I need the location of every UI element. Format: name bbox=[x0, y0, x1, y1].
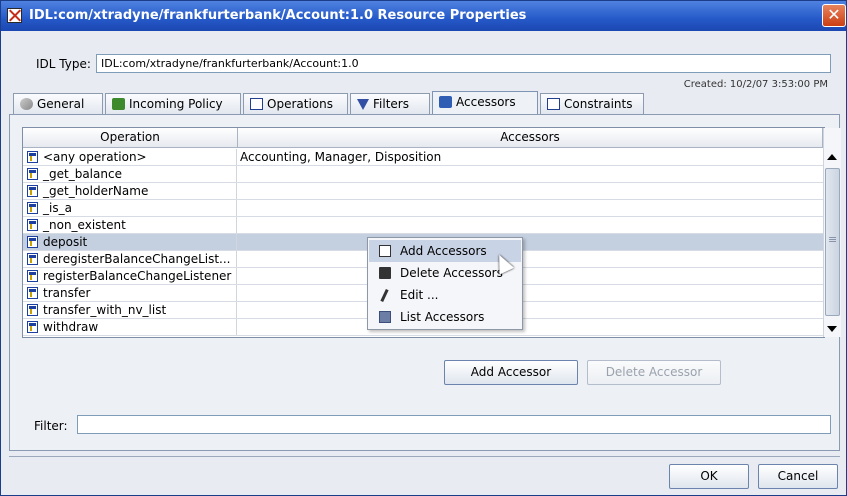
accessors-cell bbox=[238, 234, 823, 250]
window-title: IDL:com/xtradyne/frankfurterbank/Account… bbox=[29, 8, 527, 23]
accessors-icon bbox=[439, 96, 452, 108]
divider bbox=[9, 456, 840, 457]
ok-button[interactable]: OK bbox=[669, 464, 749, 489]
menu-item-list-accessors[interactable]: List Accessors bbox=[369, 306, 521, 328]
tab-operations[interactable]: Operations bbox=[243, 93, 348, 114]
accessors-cell bbox=[238, 251, 823, 267]
menu-item-label: List Accessors bbox=[400, 310, 485, 324]
policy-icon bbox=[112, 98, 125, 110]
filter-input[interactable] bbox=[77, 415, 831, 434]
tab-filters[interactable]: Filters bbox=[350, 93, 430, 114]
operation-cell: _non_existent bbox=[23, 217, 237, 233]
cancel-button[interactable]: Cancel bbox=[758, 464, 838, 489]
add-accessor-button[interactable]: Add Accessor bbox=[444, 360, 578, 385]
operation-cell: _get_balance bbox=[23, 166, 237, 182]
scroll-down-arrow-icon[interactable] bbox=[827, 326, 837, 332]
table-row[interactable]: <any operation> Accounting, Manager, Dis… bbox=[23, 149, 823, 166]
pencil-icon bbox=[380, 288, 389, 303]
column-header-accessors[interactable]: Accessors bbox=[238, 128, 823, 148]
tab-operations-label: Operations bbox=[267, 97, 333, 111]
menu-item-label: Add Accessors bbox=[400, 244, 487, 258]
table-row[interactable]: _is_a bbox=[23, 200, 823, 217]
general-icon bbox=[20, 98, 33, 110]
app-icon bbox=[7, 8, 22, 23]
add-icon bbox=[379, 245, 391, 257]
menu-item-label: Delete Accessors bbox=[400, 266, 503, 280]
table-row[interactable]: _non_existent bbox=[23, 217, 823, 234]
filter-icon bbox=[357, 99, 369, 110]
scroll-up-arrow-icon[interactable] bbox=[827, 154, 837, 160]
created-timestamp: Created: 10/2/07 3:53:00 PM bbox=[683, 79, 828, 90]
accessors-cell bbox=[238, 166, 823, 182]
tab-filters-label: Filters bbox=[373, 97, 409, 111]
operation-cell: deregisterBalanceChangeList... bbox=[23, 251, 237, 267]
tab-general-label: General bbox=[37, 97, 85, 111]
accessors-cell bbox=[238, 183, 823, 199]
constraints-icon bbox=[547, 98, 560, 110]
filter-label: Filter: bbox=[34, 419, 68, 433]
operations-icon bbox=[250, 98, 263, 110]
close-button[interactable]: ✕ bbox=[822, 4, 846, 27]
idl-type-label: IDL Type: bbox=[36, 57, 91, 71]
tab-general[interactable]: General bbox=[13, 93, 103, 114]
tab-constraints-label: Constraints bbox=[564, 97, 633, 111]
operation-cell: transfer_with_nv_list bbox=[23, 302, 237, 318]
operation-cell: registerBalanceChangeListener bbox=[23, 268, 237, 284]
tab-accessors[interactable]: Accessors bbox=[432, 91, 538, 115]
accessors-cell bbox=[238, 268, 823, 284]
accessors-cell bbox=[238, 217, 823, 233]
idl-type-field[interactable]: IDL:com/xtradyne/frankfurterbank/Account… bbox=[96, 54, 831, 73]
tab-incoming-policy-label: Incoming Policy bbox=[129, 97, 223, 111]
operation-cell: deposit bbox=[23, 234, 237, 250]
resource-properties-dialog: IDL:com/xtradyne/frankfurterbank/Account… bbox=[0, 0, 847, 496]
accessors-cell bbox=[238, 200, 823, 216]
delete-accessor-button[interactable]: Delete Accessor bbox=[587, 360, 721, 385]
trash-icon bbox=[379, 267, 391, 279]
title-bar[interactable]: IDL:com/xtradyne/frankfurterbank/Account… bbox=[1, 1, 846, 31]
column-header-operation[interactable]: Operation bbox=[23, 128, 238, 148]
accessors-cell bbox=[238, 285, 823, 301]
table-row[interactable]: _get_balance bbox=[23, 166, 823, 183]
context-menu: Add Accessors Delete Accessors Edit ... … bbox=[367, 237, 523, 330]
vertical-scrollbar[interactable] bbox=[823, 128, 841, 337]
operation-cell: _get_holderName bbox=[23, 183, 237, 199]
operation-cell: _is_a bbox=[23, 200, 237, 216]
scrollbar-thumb[interactable] bbox=[825, 168, 840, 316]
tab-constraints[interactable]: Constraints bbox=[540, 93, 644, 114]
accessors-cell bbox=[238, 302, 823, 318]
menu-item-label: Edit ... bbox=[400, 288, 439, 302]
accessors-cell bbox=[238, 319, 823, 335]
menu-item-edit[interactable]: Edit ... bbox=[369, 284, 521, 306]
tab-incoming-policy[interactable]: Incoming Policy bbox=[105, 93, 241, 114]
table-row[interactable]: _get_holderName bbox=[23, 183, 823, 200]
list-icon bbox=[379, 311, 391, 323]
tab-accessors-label: Accessors bbox=[456, 95, 516, 109]
accessors-cell: Accounting, Manager, Disposition bbox=[240, 150, 442, 164]
operation-cell: transfer bbox=[23, 285, 237, 301]
operation-cell: <any operation> bbox=[23, 149, 237, 165]
operation-cell: withdraw bbox=[23, 319, 237, 335]
